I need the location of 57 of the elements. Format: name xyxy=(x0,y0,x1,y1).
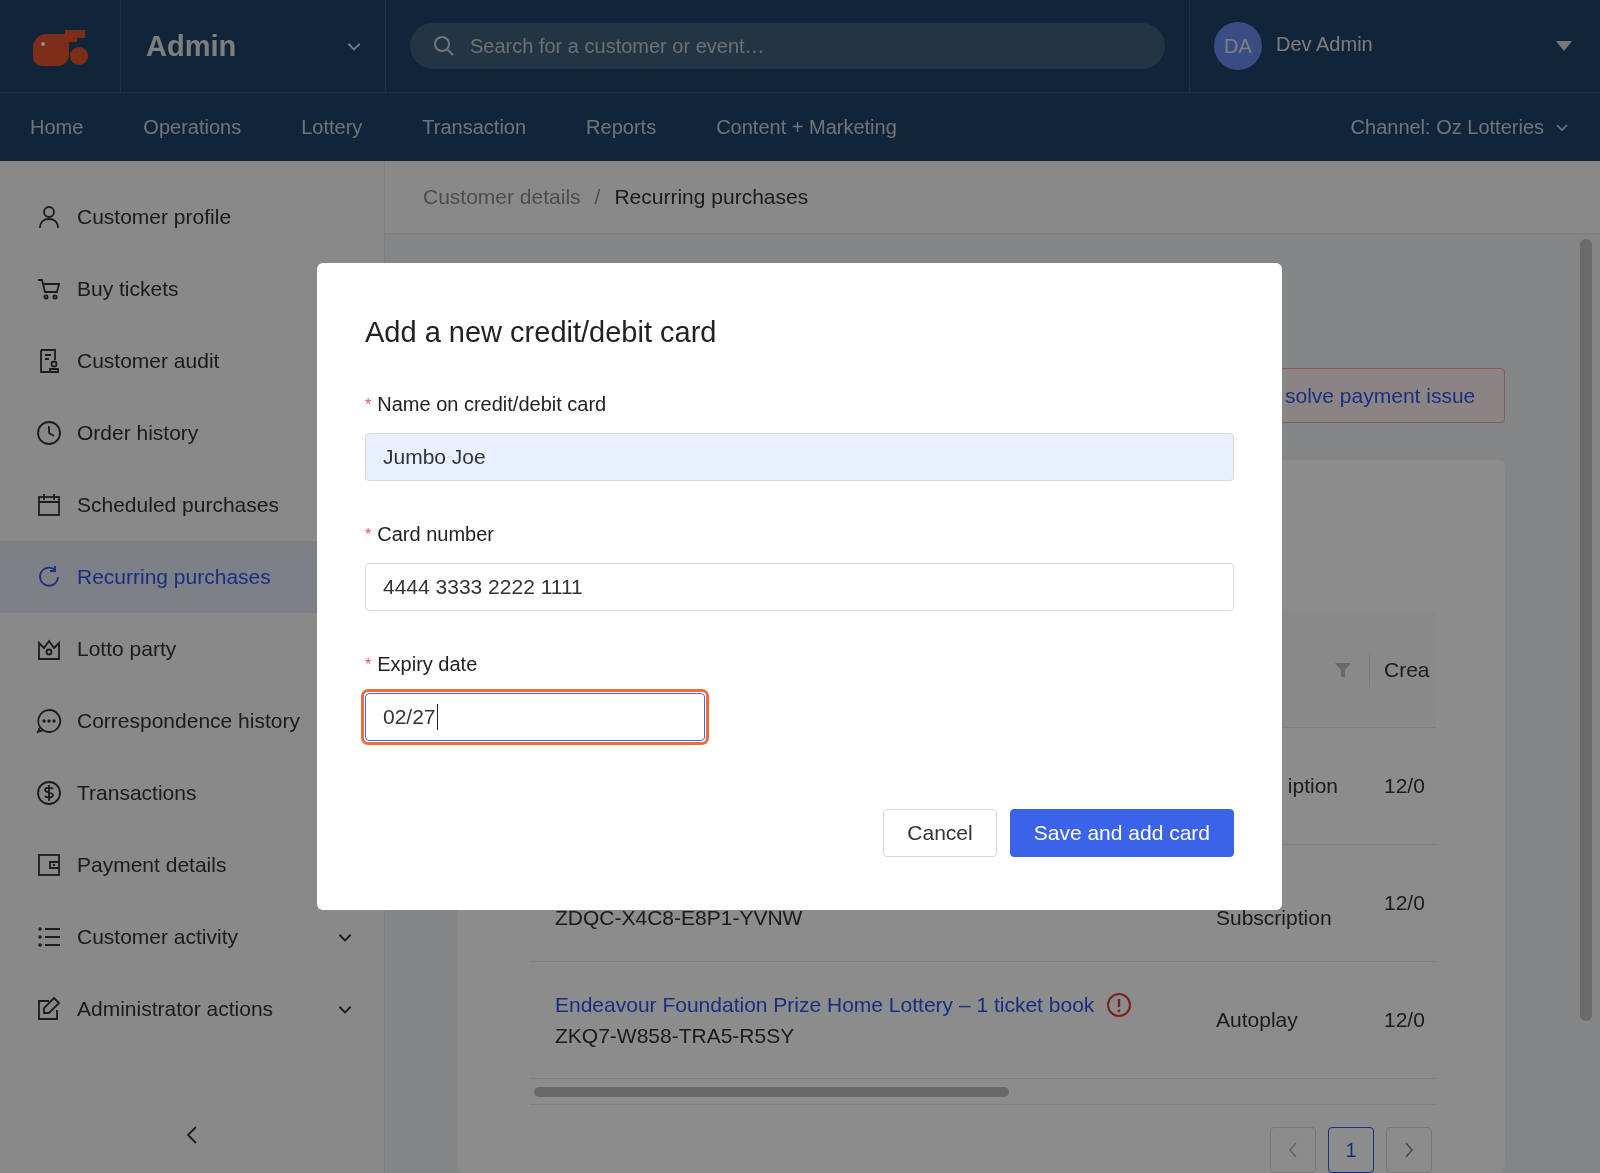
subscription-link[interactable]: Endeavour Foundation Prize Home Lottery – 1 ticket book xyxy=(555,993,1095,1017)
nav-item[interactable]: Reports xyxy=(586,115,657,139)
dropdown-caret-icon[interactable] xyxy=(1556,41,1572,51)
required-asterisk: * xyxy=(365,655,372,674)
input-field[interactable]: 02/27 xyxy=(365,693,705,741)
input-field[interactable]: Jumbo Joe xyxy=(365,433,1234,481)
user-name: Dev Admin xyxy=(1276,32,1373,56)
collapse-icon[interactable] xyxy=(185,1125,199,1145)
sidebar-item[interactable]: Customer profile xyxy=(0,181,384,253)
person-icon xyxy=(36,204,62,230)
sidebar-item[interactable]: Administrator actions xyxy=(0,973,384,1045)
save-button[interactable]: Save and add card xyxy=(1009,809,1234,857)
nav-item[interactable]: Home xyxy=(30,115,84,139)
table-cell: 12/0 xyxy=(1384,1008,1425,1032)
breadcrumb-item: Recurring purchases xyxy=(614,185,809,209)
clock-icon xyxy=(36,420,62,446)
field-label: Name on credit/debit card xyxy=(377,393,607,416)
wallet-icon xyxy=(36,852,62,878)
chevron-left-icon xyxy=(1287,1141,1299,1159)
subscription-code: ZKQ7-W858-TRA5-R5SY xyxy=(555,1024,796,1048)
subscription-code: ZDQC-X4C8-E8P1-YVNW xyxy=(555,906,804,930)
refresh-icon xyxy=(36,564,62,590)
dollar-icon xyxy=(36,780,62,806)
input-field[interactable]: 4444 3333 2222 1111 xyxy=(365,563,1234,611)
channel-selector[interactable]: Channel: Oz Lotteries xyxy=(1350,115,1570,139)
filter-icon[interactable] xyxy=(1335,662,1351,678)
scrollbar-thumb[interactable] xyxy=(1580,239,1592,1021)
column-header: Crea xyxy=(1383,658,1431,682)
list-icon xyxy=(36,924,62,950)
calendar-icon xyxy=(36,492,62,518)
page-button[interactable]: 1 xyxy=(1328,1127,1374,1173)
chevron-right-icon xyxy=(1403,1141,1415,1159)
app-title: Admin xyxy=(146,29,237,63)
edit-icon xyxy=(36,996,62,1022)
dialog-title: Add a new credit/debit card xyxy=(365,316,718,349)
scrollbar-thumb[interactable] xyxy=(534,1086,1009,1097)
table-cell: iption xyxy=(1287,774,1338,798)
nav-item[interactable]: Operations xyxy=(143,115,242,139)
table-cell: 12/0 xyxy=(1384,774,1425,798)
nav-item[interactable]: Content + Marketing xyxy=(716,115,897,139)
breadcrumb-separator: / xyxy=(594,185,601,209)
search-icon xyxy=(432,34,456,58)
nav-item[interactable]: Lottery xyxy=(301,115,363,139)
cart-icon xyxy=(36,276,62,302)
previous-page-button[interactable] xyxy=(1270,1127,1316,1173)
field-label: Expiry date xyxy=(377,653,478,676)
chat-bubble-icon xyxy=(36,708,62,734)
user-avatar: DA xyxy=(1214,22,1262,70)
required-asterisk: * xyxy=(365,525,372,544)
nav-item[interactable]: Transaction xyxy=(422,115,527,139)
table-cell: Subscription xyxy=(1216,906,1332,930)
required-asterisk: * xyxy=(365,395,372,414)
table-cell: Autoplay xyxy=(1216,1008,1298,1032)
search-field[interactable]: Search for a customer or event… xyxy=(410,23,1165,69)
table-cell: 12/0 xyxy=(1384,891,1425,915)
next-page-button[interactable] xyxy=(1386,1127,1432,1173)
cancel-button[interactable]: Cancel xyxy=(883,809,997,857)
